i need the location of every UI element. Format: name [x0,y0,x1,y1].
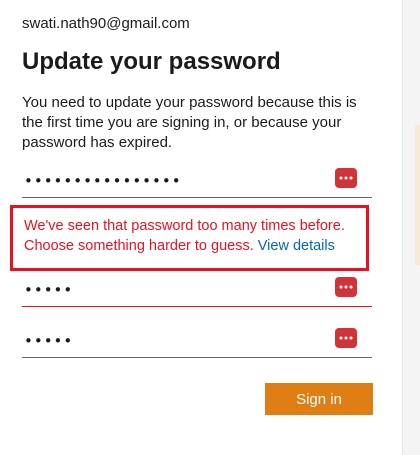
confirm-password-field[interactable]: ••••• [22,328,372,358]
new-password-reveal-button[interactable] [335,277,357,297]
account-email: swati.nath90@gmail.com [22,15,190,32]
password-error-message: We've seen that password too many times … [24,216,364,256]
current-password-reveal-button[interactable] [335,168,357,188]
view-details-link[interactable]: View details [258,238,335,254]
password-reveal-icon [339,285,353,289]
sign-in-button[interactable]: Sign in [265,383,373,415]
password-reveal-icon [339,176,353,180]
password-error-callout: We've seen that password too many times … [10,205,369,271]
new-password-field[interactable]: ••••• [22,277,372,307]
current-password-value: •••••••••••••••• [24,172,182,190]
password-reveal-icon [339,336,353,340]
background-accent [415,125,420,265]
new-password-value: ••••• [24,281,74,299]
page-description: You need to update your password because… [22,94,357,151]
confirm-password-value: ••••• [24,332,74,350]
page-title: Update your password [22,48,281,75]
background-panel-edge [402,0,420,455]
sign-in-card: swati.nath90@gmail.com Update your passw… [0,0,402,455]
current-password-field[interactable]: •••••••••••••••• [22,168,372,198]
confirm-password-reveal-button[interactable] [335,328,357,348]
